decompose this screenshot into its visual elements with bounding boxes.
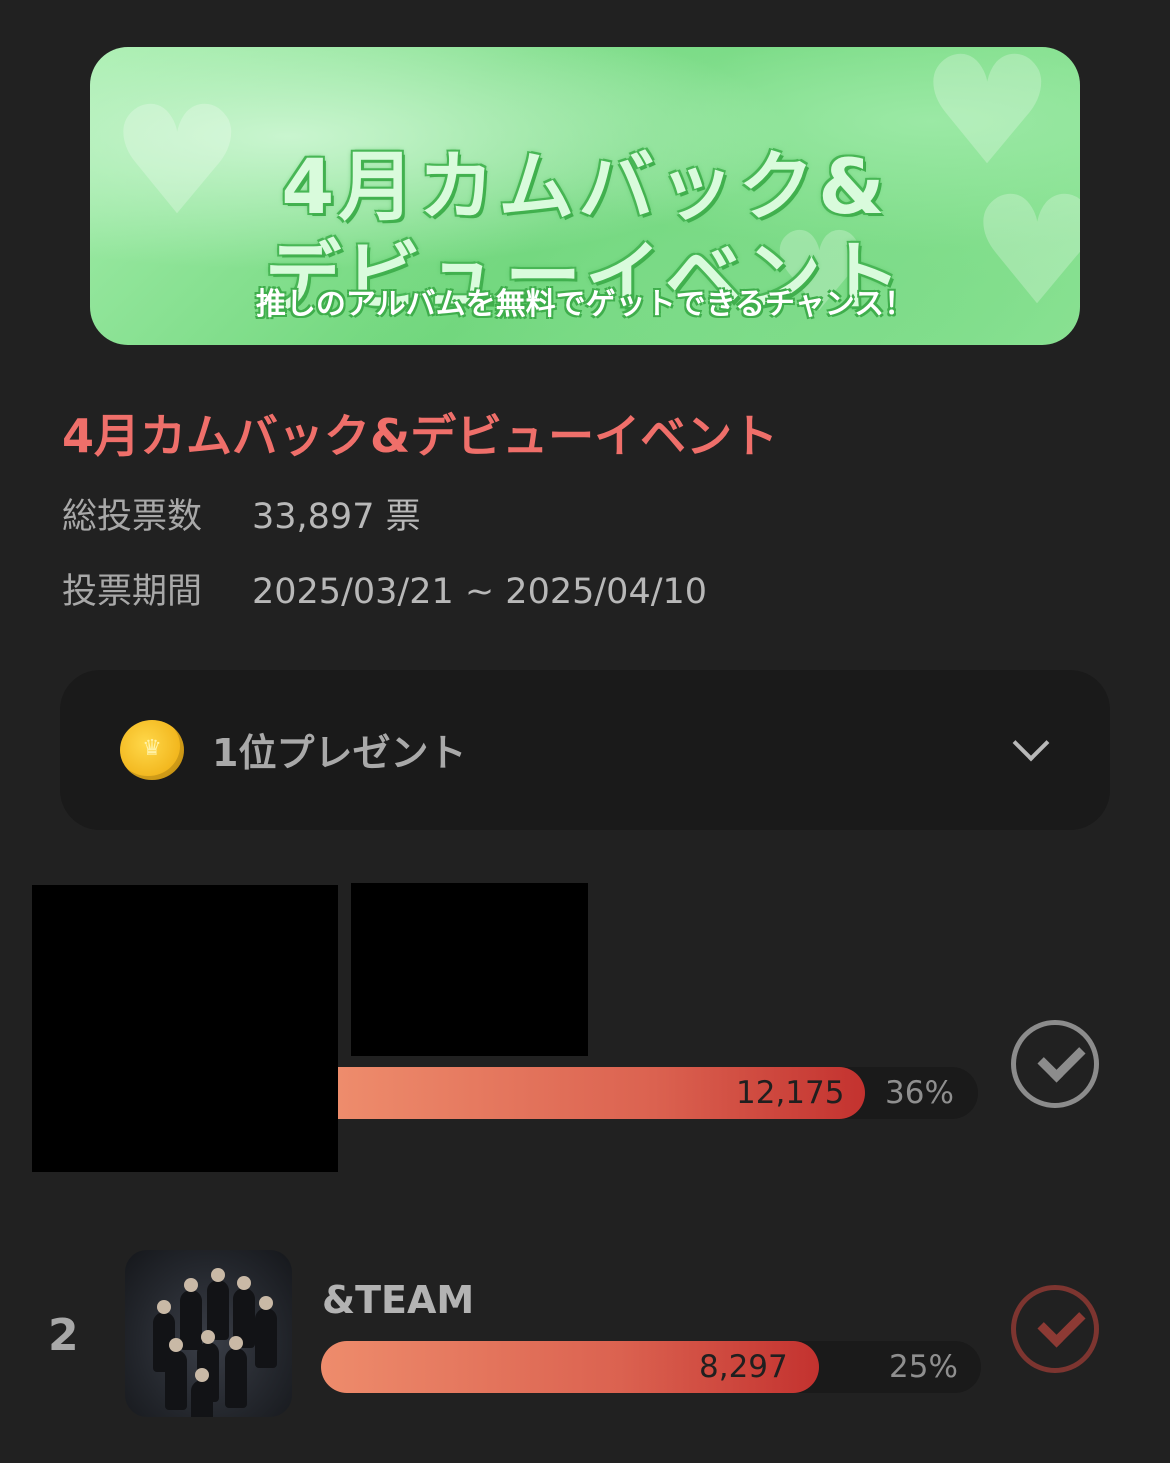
chevron-down-icon[interactable]	[1012, 724, 1050, 762]
event-title: 4月カムバック&デビューイベント	[62, 409, 779, 463]
voting-period-value: 2025/03/21 ~ 2025/04/10	[252, 572, 708, 612]
candidate-1-vote-button[interactable]	[1011, 1020, 1099, 1108]
candidate-1-name-redacted	[351, 883, 588, 1056]
candidate-1-vote-bar: 12,175 36%	[338, 1067, 978, 1119]
candidate-1-image-redacted	[32, 885, 338, 1172]
voting-period-label: 投票期間	[62, 572, 203, 612]
candidate-2-group-photo	[125, 1250, 292, 1417]
candidate-2-rank: 2	[48, 1310, 79, 1361]
total-votes-label: 総投票数	[62, 497, 203, 537]
candidate-1-vote-percent: 36%	[885, 1075, 954, 1111]
voting-period-row: 投票期間 2025/03/21 ~ 2025/04/10	[62, 563, 707, 614]
candidate-1-vote-count: 12,175	[736, 1075, 845, 1111]
check-icon	[1037, 1299, 1086, 1348]
candidate-2-vote-count: 8,297	[699, 1349, 788, 1385]
coin-crown-icon: ♛	[120, 720, 184, 780]
first-place-prize-accordion[interactable]: ♛ 1位プレゼント	[60, 670, 1110, 830]
prize-label: 1位プレゼント	[212, 731, 467, 775]
event-banner[interactable]: ♥ ♥ ♥ ♥ 4月カムバック& デビューイベント 推しのアルバムを無料でゲット…	[90, 47, 1080, 345]
total-votes-value: 33,897 票	[252, 497, 421, 537]
banner-subtitle: 推しのアルバムを無料でゲットできるチャンス！	[255, 287, 915, 322]
total-votes-row: 総投票数 33,897 票	[62, 488, 421, 539]
candidate-2-vote-bar: 8,297 25%	[321, 1341, 981, 1393]
candidate-2-vote-percent: 25%	[889, 1349, 958, 1385]
candidate-2-vote-button[interactable]	[1011, 1285, 1099, 1373]
check-icon	[1037, 1034, 1086, 1083]
candidate-2-name: &TEAM	[322, 1278, 475, 1322]
